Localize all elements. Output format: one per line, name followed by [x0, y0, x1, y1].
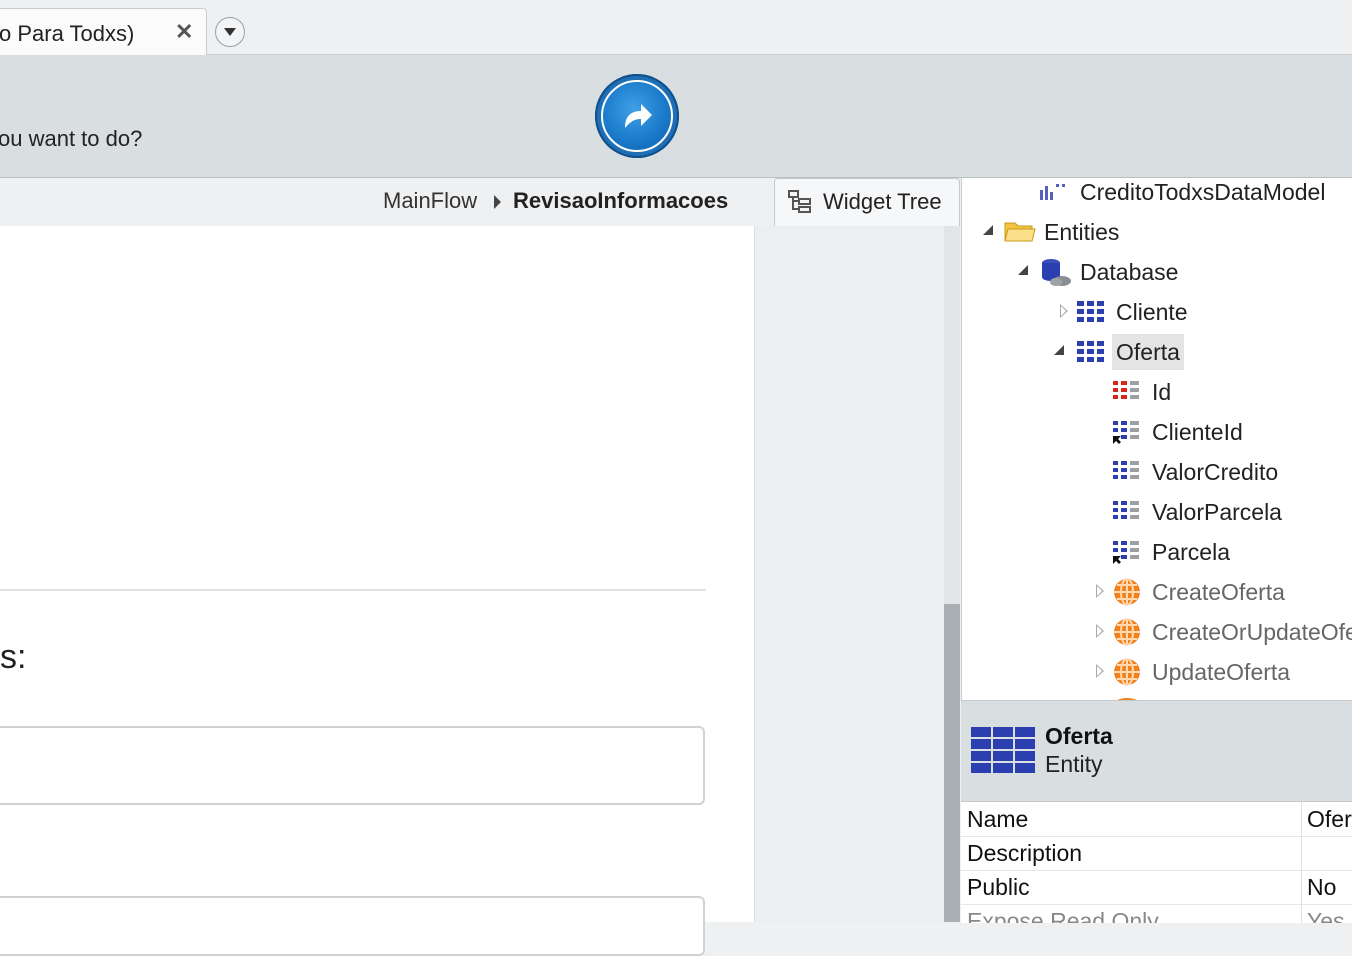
- tree-item-label: Database: [1080, 259, 1179, 285]
- breadcrumb-separator-icon: [494, 195, 501, 209]
- tab-strip: o Para Todxs) ✕: [0, 0, 1352, 55]
- tree-item-entities[interactable]: Entities: [1004, 214, 1119, 250]
- tree-item-action[interactable]: CreateOrUpdateOferta: [1112, 614, 1352, 650]
- expand-icon[interactable]: [1096, 584, 1104, 598]
- collapse-icon[interactable]: [983, 225, 993, 235]
- breadcrumb: MainFlow RevisaoInformacoes: [0, 178, 774, 226]
- properties-title: Oferta: [1045, 723, 1113, 749]
- tree-item-cliente[interactable]: Cliente: [1076, 294, 1188, 330]
- attribute-icon: [1113, 501, 1139, 519]
- chevron-down-icon: [224, 28, 236, 36]
- attribute-icon: [1113, 461, 1139, 479]
- widget-tree-icon: [788, 190, 811, 213]
- property-row[interactable]: Name Oferta: [961, 802, 1352, 837]
- tree-item-action[interactable]: CreateOferta: [1112, 574, 1285, 610]
- collapse-icon[interactable]: [1018, 265, 1028, 275]
- tree-item-label: ValorParcela: [1152, 499, 1282, 525]
- database-icon: [1042, 259, 1071, 286]
- property-name: Description: [967, 840, 1083, 866]
- canvas-label: s:: [0, 638, 27, 676]
- module-tab[interactable]: o Para Todxs) ✕: [0, 8, 207, 55]
- tree-item-label: ClienteId: [1152, 419, 1243, 445]
- property-divider: [1301, 870, 1302, 904]
- module-tab-label: o Para Todxs): [0, 21, 135, 46]
- property-divider: [1301, 802, 1302, 836]
- canvas-scrollbar-thumb[interactable]: [944, 604, 960, 922]
- property-value[interactable]: Yes: [1307, 908, 1345, 923]
- server-action-icon: [1114, 618, 1140, 646]
- server-action-icon: [1114, 578, 1140, 606]
- tree-item-database[interactable]: Database: [1040, 254, 1178, 290]
- search-prompt[interactable]: ou want to do?: [0, 126, 142, 152]
- property-name: Public: [967, 874, 1030, 900]
- diagram-icon: [1040, 184, 1065, 200]
- property-row[interactable]: Description: [961, 836, 1352, 871]
- publish-icon: [601, 80, 673, 152]
- foreign-key-icon: [1113, 421, 1139, 444]
- property-divider: [1301, 904, 1302, 923]
- tree-item-action[interactable]: UpdateOferta: [1112, 654, 1290, 690]
- property-value[interactable]: Oferta: [1307, 806, 1352, 833]
- tree-item-label: Entities: [1044, 219, 1120, 245]
- canvas-divider: [0, 589, 706, 591]
- foreign-key-icon: [1113, 541, 1139, 564]
- tree-item-attribute[interactable]: ValorParcela: [1112, 494, 1282, 530]
- expand-icon[interactable]: [1060, 304, 1068, 318]
- properties-subtitle: Entity: [1045, 751, 1103, 777]
- tree-item-label: Id: [1152, 379, 1172, 405]
- entity-large-icon: [971, 727, 1035, 773]
- tree-item-label: UpdateOferta: [1152, 659, 1291, 685]
- breadcrumb-screen: RevisaoInformacoes: [513, 188, 729, 213]
- close-icon[interactable]: ✕: [175, 19, 193, 45]
- tree-item-label: Oferta: [1112, 334, 1184, 370]
- tree-item-label: CreateOferta: [1152, 579, 1285, 605]
- property-name: Expose Read Only: [967, 908, 1159, 923]
- property-divider: [1301, 836, 1302, 870]
- primary-key-icon: [1113, 381, 1139, 399]
- property-row[interactable]: Expose Read Only Yes: [961, 904, 1352, 923]
- tree-item-oferta[interactable]: Oferta: [1076, 334, 1184, 370]
- folder-icon: [1004, 222, 1036, 242]
- expand-icon[interactable]: [1096, 664, 1104, 678]
- tree-item-data-model[interactable]: CreditoTodxsDataModel: [1038, 178, 1325, 210]
- expand-icon[interactable]: [1096, 624, 1104, 638]
- property-name: Name: [967, 806, 1029, 832]
- entity-icon: [1077, 301, 1104, 322]
- canvas-gutter: [754, 226, 945, 922]
- elements-tree: CreditoTodxsDataModel Entities Database …: [961, 178, 1352, 700]
- widget-tree-tab[interactable]: Widget Tree: [774, 178, 960, 226]
- tree-item-label: CreditoTodxsDataModel: [1080, 179, 1326, 205]
- breadcrumb-flow[interactable]: MainFlow: [383, 188, 477, 214]
- property-row[interactable]: Public No: [961, 870, 1352, 905]
- tree-item-attribute[interactable]: Parcela: [1112, 534, 1230, 570]
- publish-button[interactable]: [595, 74, 679, 158]
- properties-table: Name Oferta Description Public No Expose…: [961, 801, 1352, 923]
- canvas-input-field-2[interactable]: [0, 896, 705, 956]
- widget-tree-label: Widget Tree: [823, 189, 942, 214]
- properties-header: Oferta Entity: [961, 700, 1352, 801]
- entity-icon: [1077, 341, 1104, 362]
- property-value[interactable]: No: [1307, 874, 1336, 901]
- collapse-icon[interactable]: [1054, 345, 1064, 355]
- tree-item-attribute[interactable]: Id: [1112, 374, 1171, 410]
- tree-item-attribute[interactable]: ValorCredito: [1112, 454, 1278, 490]
- tree-item-label: ValorCredito: [1152, 459, 1279, 485]
- server-action-icon: [1114, 658, 1140, 686]
- toolbar: ou want to do?: [0, 55, 1352, 178]
- tree-item-attribute[interactable]: ClienteId: [1112, 414, 1243, 450]
- screen-canvas[interactable]: [0, 226, 754, 922]
- tree-item-label: CreateOrUpdateOferta: [1152, 619, 1352, 645]
- tab-dropdown-button[interactable]: [215, 17, 245, 47]
- canvas-input-field[interactable]: [0, 726, 705, 805]
- tree-item-label: Cliente: [1116, 299, 1188, 325]
- tree-item-label: Parcela: [1152, 539, 1230, 565]
